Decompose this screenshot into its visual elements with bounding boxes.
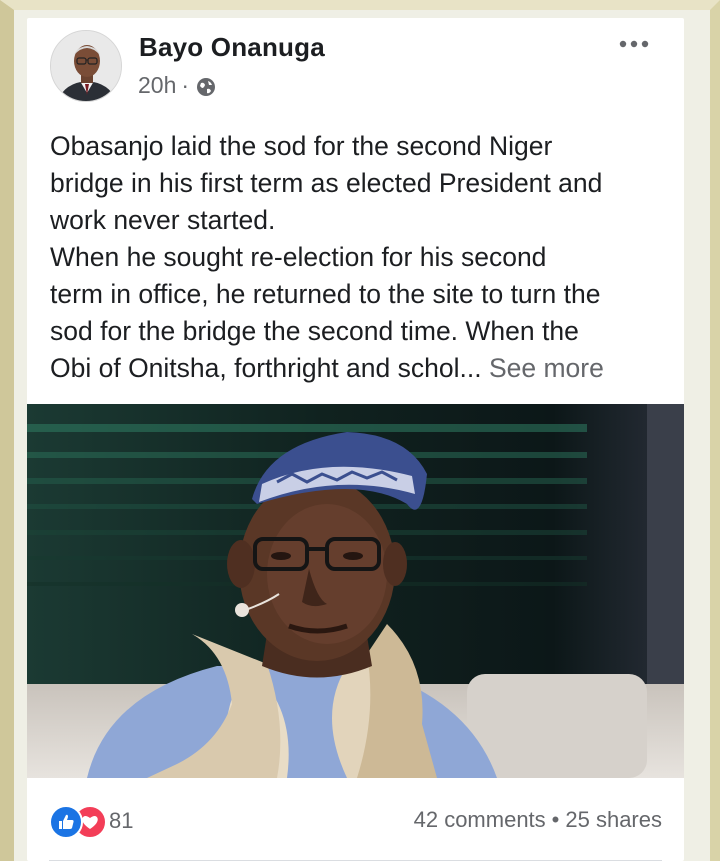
author-avatar[interactable]	[50, 30, 122, 102]
see-more-link[interactable]: See more	[489, 353, 604, 383]
post-text-line: work never started.	[50, 205, 276, 235]
author-name[interactable]: Bayo Onanuga	[139, 32, 325, 63]
engagement-counts: 42 comments • 25 shares	[414, 807, 662, 833]
post-text-last-line: Obi of Onitsha, forthright and schol... …	[50, 350, 670, 387]
reactions-summary[interactable]: 81	[49, 805, 134, 839]
meta-separator: ·	[181, 72, 190, 98]
post-text-line: bridge in his first term as elected Pres…	[50, 168, 603, 198]
shares-count[interactable]: 25 shares	[565, 807, 662, 832]
comments-count[interactable]: 42 comments	[414, 807, 546, 832]
post-photo[interactable]	[27, 404, 684, 778]
post-time[interactable]: 20h	[138, 72, 176, 99]
globe-icon	[196, 76, 216, 96]
post-stats: 81 42 comments • 25 shares	[27, 778, 684, 861]
post-text-line: Obi of Onitsha, forthright and schol...	[50, 353, 482, 383]
reaction-count: 81	[109, 808, 134, 833]
post-card: Bayo Onanuga 20h · Obasanjo laid the sod…	[27, 18, 684, 861]
post-meta: 20h ·	[138, 72, 216, 99]
post-text-line: term in office, he returned to the site …	[50, 279, 601, 309]
reaction-icons	[49, 805, 107, 839]
post-text-line: sod for the bridge the second time. When…	[50, 316, 579, 346]
post-text-line: When he sought re-election for his secon…	[50, 242, 547, 272]
like-icon	[49, 805, 83, 839]
post-text: Obasanjo laid the sod for the second Nig…	[50, 128, 670, 387]
more-horizontal-icon[interactable]	[616, 34, 652, 54]
counts-separator: •	[551, 807, 560, 832]
post-text-line: Obasanjo laid the sod for the second Nig…	[50, 131, 553, 161]
